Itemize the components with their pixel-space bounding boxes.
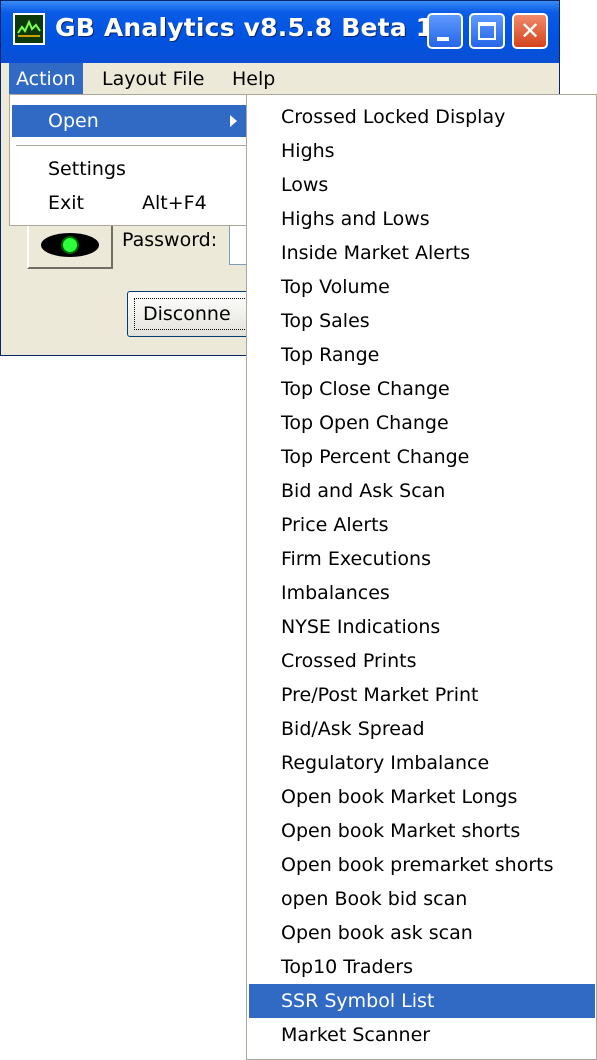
close-icon: ✕ bbox=[519, 17, 541, 45]
minimize-button[interactable] bbox=[427, 13, 463, 49]
submenu-item[interactable]: Crossed Prints bbox=[249, 644, 595, 678]
window-title: GB Analytics v8.5.8 Beta 1 bbox=[55, 13, 434, 42]
submenu-item[interactable]: Top Open Change bbox=[249, 406, 595, 440]
menu-item-exit[interactable]: Exit Alt+F4 bbox=[12, 187, 252, 219]
submenu-item[interactable]: NYSE Indications bbox=[249, 610, 595, 644]
submenu-item[interactable]: Highs bbox=[249, 134, 595, 168]
menu-action[interactable]: Action bbox=[9, 63, 83, 95]
menu-bar: Action Layout File Help bbox=[1, 63, 559, 95]
submenu-item[interactable]: Market Scanner bbox=[249, 1018, 595, 1052]
maximize-button[interactable] bbox=[469, 13, 505, 49]
submenu-item[interactable]: Inside Market Alerts bbox=[249, 236, 595, 270]
menu-item-settings[interactable]: Settings bbox=[12, 153, 252, 185]
submenu-item[interactable]: Lows bbox=[249, 168, 595, 202]
exit-shortcut: Alt+F4 bbox=[142, 192, 207, 214]
submenu-item[interactable]: Open book Market Longs bbox=[249, 780, 595, 814]
submenu-item[interactable]: Bid and Ask Scan bbox=[249, 474, 595, 508]
submenu-item[interactable]: Top Volume bbox=[249, 270, 595, 304]
submenu-item-selected[interactable]: SSR Symbol List bbox=[249, 984, 595, 1018]
disconnect-button[interactable]: Disconne bbox=[127, 291, 252, 337]
submenu-item[interactable]: open Book bid scan bbox=[249, 882, 595, 916]
submenu-item[interactable]: Open book ask scan bbox=[249, 916, 595, 950]
app-chart-icon bbox=[13, 13, 45, 45]
password-label: Password: bbox=[122, 229, 218, 251]
submenu-item[interactable]: Open book premarket shorts bbox=[249, 848, 595, 882]
submenu-item[interactable]: Open book Market shorts bbox=[249, 814, 595, 848]
connection-led-icon bbox=[41, 233, 99, 257]
menu-layout-file[interactable]: Layout File bbox=[95, 63, 211, 95]
submenu-item[interactable]: Top10 Traders bbox=[249, 950, 595, 984]
submenu-item[interactable]: Pre/Post Market Print bbox=[249, 678, 595, 712]
submenu-item[interactable]: Imbalances bbox=[249, 576, 595, 610]
submenu-item[interactable]: Firm Executions bbox=[249, 542, 595, 576]
submenu-item[interactable]: Regulatory Imbalance bbox=[249, 746, 595, 780]
submenu-item[interactable]: Top Range bbox=[249, 338, 595, 372]
menu-item-open-label: Open bbox=[48, 110, 99, 132]
submenu-item[interactable]: Crossed Locked Display bbox=[249, 100, 595, 134]
submenu-item[interactable]: Top Percent Change bbox=[249, 440, 595, 474]
submenu-item[interactable]: Price Alerts bbox=[249, 508, 595, 542]
open-submenu: Crossed Locked Display Highs Lows Highs … bbox=[246, 94, 597, 1060]
action-menu-dropdown: Open Settings Exit Alt+F4 bbox=[9, 94, 255, 226]
menu-separator bbox=[16, 145, 248, 146]
submenu-item[interactable]: Highs and Lows bbox=[249, 202, 595, 236]
menu-item-open[interactable]: Open bbox=[12, 105, 252, 137]
connect-status-button[interactable] bbox=[27, 223, 113, 269]
title-bar[interactable]: GB Analytics v8.5.8 Beta 1 ✕ bbox=[1, 1, 559, 63]
disconnect-label: Disconne bbox=[134, 298, 251, 330]
menu-item-settings-label: Settings bbox=[48, 158, 126, 180]
menu-help[interactable]: Help bbox=[225, 63, 282, 95]
submenu-item[interactable]: Bid/Ask Spread bbox=[249, 712, 595, 746]
close-button[interactable]: ✕ bbox=[512, 13, 548, 49]
submenu-arrow-icon bbox=[230, 115, 237, 127]
menu-item-exit-label: Exit bbox=[48, 192, 84, 214]
submenu-item[interactable]: Top Sales bbox=[249, 304, 595, 338]
submenu-item[interactable]: Top Close Change bbox=[249, 372, 595, 406]
open-submenu-list: Crossed Locked Display Highs Lows Highs … bbox=[249, 100, 595, 1052]
